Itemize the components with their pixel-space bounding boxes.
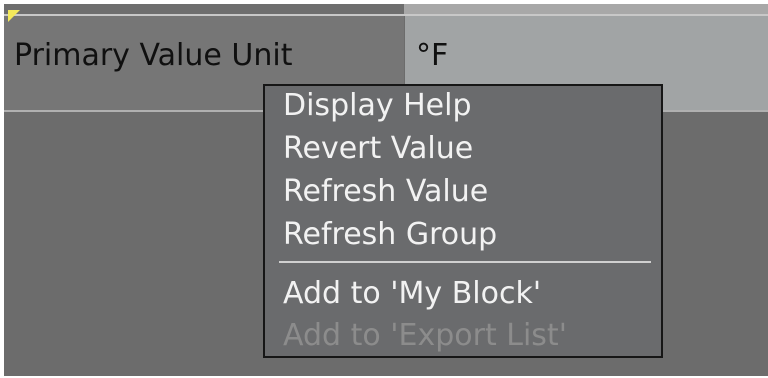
parameter-value[interactable]: °F [416, 38, 448, 73]
previous-row-value-cell [404, 4, 768, 14]
previous-row-label-cell [4, 4, 404, 14]
menu-item-refresh-group[interactable]: Refresh Group [283, 217, 497, 252]
context-menu: Display Help Revert Value Refresh Value … [263, 84, 663, 358]
menu-item-revert-value[interactable]: Revert Value [283, 131, 473, 166]
menu-item-refresh-value[interactable]: Refresh Value [283, 174, 488, 209]
menu-item-display-help[interactable]: Display Help [283, 88, 472, 123]
parameter-label: Primary Value Unit [14, 38, 293, 73]
menu-separator [279, 261, 651, 263]
menu-item-add-to-my-block[interactable]: Add to 'My Block' [283, 276, 541, 311]
modified-flag-icon [8, 10, 20, 22]
menu-item-add-to-export-list: Add to 'Export List' [283, 318, 567, 353]
